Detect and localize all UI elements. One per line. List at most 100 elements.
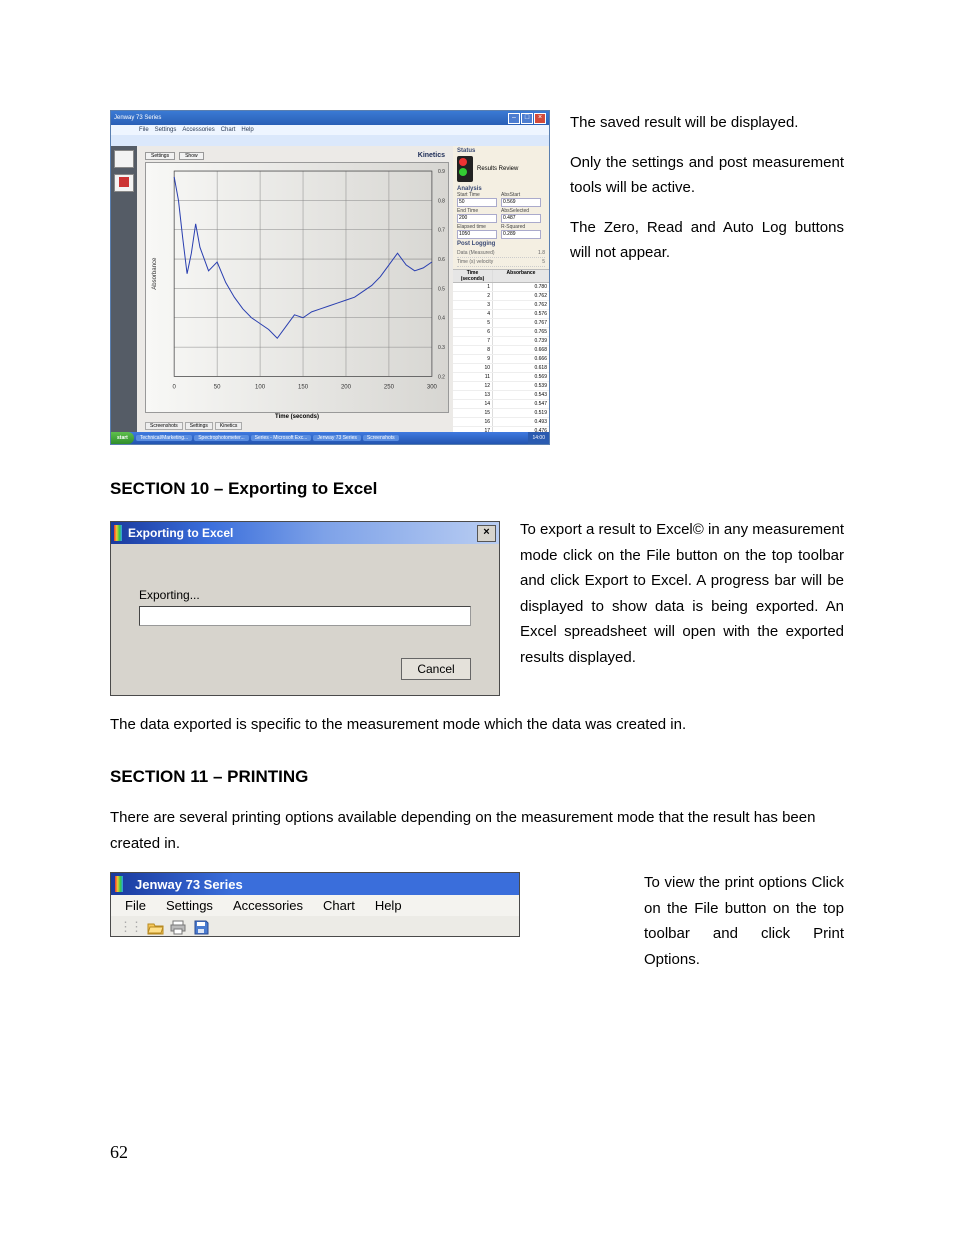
start-button[interactable]: start	[111, 432, 134, 444]
windows-taskbar: start Technical/Marketing...Spectrophoto…	[111, 432, 549, 444]
maximize-button[interactable]: □	[521, 113, 533, 124]
postlog-rows: Data (Measured)1.8Time (s) velocity5	[453, 247, 549, 269]
sidebar-photometrics-button[interactable]	[114, 150, 134, 168]
svg-text:0.4: 0.4	[438, 316, 445, 322]
window-title: Jenway 73 Series	[114, 115, 161, 121]
progress-bar	[139, 606, 471, 626]
data-table: Time (seconds) Absorbance 10.78020.76230…	[453, 269, 549, 432]
tab-settings[interactable]: Settings	[185, 422, 213, 430]
postlog-row: Time (s) velocity5	[457, 258, 545, 267]
svg-text:0.5: 0.5	[438, 286, 445, 292]
postlog-heading: Post Logging	[453, 239, 549, 247]
section-10-desc: To export a result to Excel© in any meas…	[520, 517, 844, 696]
menu-accessories[interactable]: Accessories	[182, 127, 214, 133]
close-icon[interactable]: ×	[477, 525, 496, 542]
body-text: The saved result will be displayed.	[570, 110, 844, 136]
taskbar-item[interactable]: Screenshots	[363, 435, 399, 441]
exporting-label: Exporting...	[139, 588, 471, 602]
table-row: 20.762	[453, 292, 549, 301]
table-row: 30.762	[453, 301, 549, 310]
svg-text:250: 250	[384, 384, 395, 390]
cancel-button[interactable]: Cancel	[401, 658, 471, 680]
kinetics-chart: 0501001502002503000.20.30.40.50.60.70.80…	[145, 162, 449, 413]
print-icon[interactable]	[170, 919, 187, 936]
col-time: Time (seconds)	[453, 270, 493, 282]
svg-text:100: 100	[255, 384, 266, 390]
tab-screenshots[interactable]: Screenshots	[145, 422, 183, 430]
postlog-row: Data (Measured)1.8	[457, 249, 545, 258]
svg-text:0.3: 0.3	[438, 345, 445, 351]
menu-settings[interactable]: Settings	[166, 898, 213, 913]
taskbar-item[interactable]: Spectrophotometer...	[194, 435, 248, 441]
status-text: Results Review	[477, 166, 518, 172]
param-cell: End Time200	[457, 208, 497, 223]
body-text: The Zero, Read and Auto Log buttons will…	[570, 215, 844, 266]
taskbar-item[interactable]: Technical/Marketing...	[136, 435, 192, 441]
section-10-heading: SECTION 10 – Exporting to Excel	[110, 479, 844, 499]
col-absorbance: Absorbance	[493, 270, 549, 282]
section-11-intro: There are several printing options avail…	[110, 805, 844, 856]
taskbar-item[interactable]: Series - Microsoft Exc...	[251, 435, 312, 441]
toolbar	[111, 135, 549, 146]
svg-text:200: 200	[341, 384, 352, 390]
table-row: 10.780	[453, 283, 549, 292]
x-axis-label: Time (seconds)	[145, 413, 449, 421]
system-tray: 14:00	[528, 432, 549, 444]
svg-text:0: 0	[173, 384, 177, 390]
table-row: 160.493	[453, 418, 549, 427]
svg-text:0.9: 0.9	[438, 169, 445, 175]
body-text: Only the settings and post measurement t…	[570, 150, 844, 201]
window-titlebar: Jenway 73 Series – □ ×	[111, 111, 549, 125]
chart-show-button[interactable]: Show	[179, 152, 204, 160]
save-icon[interactable]	[193, 919, 210, 936]
menu-file[interactable]: File	[139, 127, 149, 133]
app-stripe-icon	[114, 525, 122, 541]
app-stripe-icon	[115, 876, 123, 892]
open-icon[interactable]	[147, 919, 164, 936]
svg-text:0.7: 0.7	[438, 228, 445, 234]
chart-settings-button[interactable]: Settings	[145, 152, 175, 160]
right-panel: Status Results Review Analysis Start Tim…	[453, 146, 549, 432]
param-cell: AbsStart0.569	[501, 192, 541, 207]
menu-settings[interactable]: Settings	[155, 127, 177, 133]
svg-text:0.6: 0.6	[438, 257, 445, 263]
close-button[interactable]: ×	[534, 113, 546, 124]
param-cell: Elapsed time1050	[457, 224, 497, 239]
analysis-params: Start Time50AbsStart0.569End Time200AbsS…	[453, 192, 549, 239]
export-dialog: Exporting to Excel × Exporting... Cancel	[110, 521, 500, 696]
toolbar: ⋮⋮	[111, 916, 519, 937]
table-row: 150.519	[453, 409, 549, 418]
table-row: 40.576	[453, 310, 549, 319]
left-sidebar	[111, 146, 137, 432]
status-heading: Status	[453, 146, 549, 154]
section-10-after: The data exported is specific to the mea…	[110, 716, 844, 733]
svg-text:150: 150	[298, 384, 309, 390]
table-row: 60.765	[453, 328, 549, 337]
window-titlebar: Jenway 73 Series	[111, 873, 519, 895]
param-cell: R-Squared0.289	[501, 224, 541, 239]
section-11-desc: To view the print options Click on the F…	[644, 870, 844, 972]
menu-accessories[interactable]: Accessories	[233, 898, 303, 913]
table-row: 120.539	[453, 382, 549, 391]
analysis-heading: Analysis	[453, 184, 549, 192]
menu-chart[interactable]: Chart	[221, 127, 236, 133]
window-title: Jenway 73 Series	[135, 877, 243, 892]
taskbar-item[interactable]: Jenway 73 Series	[313, 435, 360, 441]
menu-chart[interactable]: Chart	[323, 898, 355, 913]
svg-text:50: 50	[214, 384, 221, 390]
dialog-title: Exporting to Excel	[128, 526, 233, 540]
toolbar-grip-icon: ⋮⋮	[119, 919, 141, 935]
kinetics-app-screenshot: Jenway 73 Series – □ × File Settings Acc…	[110, 110, 550, 445]
mode-label: Kinetics	[418, 152, 449, 160]
tab-kinetics[interactable]: Kinetics	[215, 422, 243, 430]
minimize-button[interactable]: –	[508, 113, 520, 124]
sidebar-spectrum-button[interactable]	[114, 174, 134, 192]
menu-help[interactable]: Help	[375, 898, 402, 913]
menu-help[interactable]: Help	[241, 127, 253, 133]
section-11-heading: SECTION 11 – PRINTING	[110, 767, 844, 787]
table-row: 50.767	[453, 319, 549, 328]
menu-bar: File Settings Accessories Chart Help	[111, 895, 519, 916]
svg-text:0.8: 0.8	[438, 198, 445, 204]
menu-file[interactable]: File	[125, 898, 146, 913]
table-row: 140.547	[453, 400, 549, 409]
